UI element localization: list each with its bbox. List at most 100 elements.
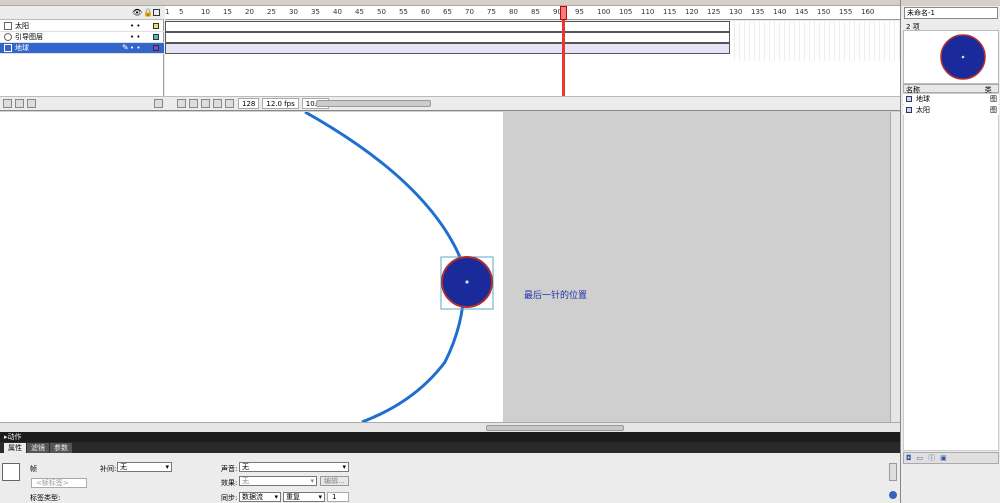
frame-tick-label: 140 <box>773 8 787 16</box>
outline-icon[interactable] <box>153 9 160 16</box>
properties-tabs: 属性 滤镜 参数 <box>0 442 900 453</box>
layer-name: 地球 <box>15 44 29 52</box>
library-preview <box>903 30 999 84</box>
stage-drawing <box>304 112 494 422</box>
tab-properties[interactable]: 属性 <box>4 443 26 453</box>
frame-tick-label: 85 <box>531 8 540 16</box>
tween-label: 补间: <box>100 465 117 473</box>
frame-span-sun[interactable] <box>165 21 730 32</box>
layer-dots: • • <box>130 33 141 41</box>
frame-tick-label: 65 <box>443 8 452 16</box>
layer-list: 👁 🔒 太阳 • • 引导图层 • • 地球 ✎ • • <box>0 6 164 96</box>
layer-color <box>153 23 159 29</box>
frame-tick-label: 120 <box>685 8 699 16</box>
frame-tick-label: 80 <box>509 8 518 16</box>
frame-tick-label: 150 <box>817 8 831 16</box>
layer-row-earth[interactable]: 地球 ✎ • • <box>0 43 164 54</box>
tab-parameters[interactable]: 参数 <box>50 443 72 453</box>
frame-label-input[interactable]: <帧标签> <box>31 478 87 488</box>
timeline-footer: 128 12.0 fps 10.6s <box>0 96 900 110</box>
frame-tick-label: 95 <box>575 8 584 16</box>
item-name: 太阳 <box>916 106 930 114</box>
frame-tick-label: 145 <box>795 8 809 16</box>
frame-tick-label: 40 <box>333 8 342 16</box>
add-folder-icon[interactable] <box>27 99 36 108</box>
repeat-select[interactable]: 重复 <box>283 492 325 502</box>
onion-skin-icon[interactable] <box>189 99 198 108</box>
edit-button[interactable]: 编辑... <box>320 476 349 486</box>
layer-dots: • • <box>130 44 141 52</box>
delete-icon[interactable]: ▣ <box>940 454 947 462</box>
onion-outline-icon[interactable] <box>201 99 210 108</box>
trash-icon[interactable] <box>154 99 163 108</box>
frame-tick-label: 160 <box>861 8 875 16</box>
frame-rate: 12.0 fps <box>262 98 299 109</box>
frame-tick-label: 20 <box>245 8 254 16</box>
effect-select[interactable]: 无 <box>239 476 317 486</box>
document-select[interactable]: 未命名-1 <box>904 7 998 19</box>
graphic-symbol-icon <box>906 96 912 102</box>
add-guide-icon[interactable] <box>15 99 24 108</box>
library-top-strip <box>901 0 1000 6</box>
frame-span-earth[interactable] <box>165 43 730 54</box>
new-folder-icon[interactable]: ▭ <box>917 454 924 462</box>
pencil-icon: ✎ <box>122 43 129 52</box>
frame-tick-label: 35 <box>311 8 320 16</box>
current-frame: 128 <box>238 98 260 109</box>
layer-name: 引导图层 <box>15 33 43 41</box>
eye-icon[interactable]: 👁 <box>132 8 142 17</box>
add-layer-icon[interactable] <box>3 99 12 108</box>
help-icon[interactable] <box>889 491 897 499</box>
tween-select[interactable]: 无 <box>117 462 172 472</box>
frame-tick-label: 15 <box>223 8 232 16</box>
stage-horizontal-scrollbar[interactable] <box>0 422 900 432</box>
lock-icon[interactable]: 🔒 <box>143 8 153 17</box>
library-toolbar: ◘ ▭ ⓘ ▣ <box>903 452 999 464</box>
layer-row-sun[interactable]: 太阳 • • <box>0 21 164 32</box>
sound-label: 声音: <box>221 465 238 473</box>
layer-row-guide[interactable]: 引导图层 • • <box>0 32 164 43</box>
frame-span-guide[interactable] <box>165 32 730 43</box>
properties-icon[interactable]: ⓘ <box>928 453 935 463</box>
effect-label: 效果: <box>221 479 238 487</box>
stage-annotation: 最后一针的位置 <box>524 291 588 301</box>
new-symbol-icon[interactable]: ◘ <box>906 454 912 462</box>
stage-vertical-scrollbar[interactable] <box>890 112 900 422</box>
timeline-scrollbar[interactable] <box>316 100 431 107</box>
graphic-symbol-icon <box>906 107 912 113</box>
frame-tick-label: 30 <box>289 8 298 16</box>
scroll-thumb[interactable] <box>486 425 624 431</box>
layer-icon <box>4 44 12 52</box>
edit-multiple-icon[interactable] <box>213 99 222 108</box>
library-list <box>903 93 999 451</box>
frame-tick-label: 5 <box>179 8 184 16</box>
sync-select[interactable]: 数据流 <box>239 492 281 502</box>
layer-header: 👁 🔒 <box>0 6 164 20</box>
panel-scroll[interactable] <box>889 463 897 481</box>
sync-label: 同步: <box>221 494 238 502</box>
frame-tick-label: 75 <box>487 8 496 16</box>
frame-ruler[interactable]: 1 5 10 15 20 25 30 35 40 45 50 55 60 65 70 75 80 85 90 95 10… <box>165 6 900 20</box>
stage-area: 最后一针的位置 <box>0 112 890 422</box>
playhead-handle[interactable] <box>560 6 567 20</box>
layer-color <box>153 45 159 51</box>
frame-tick-label: 110 <box>641 8 655 16</box>
modify-markers-icon[interactable] <box>225 99 234 108</box>
actions-panel-header[interactable]: ▸ 动作 <box>0 432 900 442</box>
preview-symbol <box>940 34 986 80</box>
repeat-count[interactable]: 1 <box>327 492 349 502</box>
frame-tick-label: 45 <box>355 8 364 16</box>
frame-tick-label: 70 <box>465 8 474 16</box>
tab-filters[interactable]: 滤镜 <box>27 443 49 453</box>
library-item[interactable]: 地球 图 <box>903 94 999 104</box>
sound-select[interactable]: 无 <box>239 462 349 472</box>
name-column[interactable]: 名称 <box>904 85 985 94</box>
type-column[interactable]: 类型 <box>985 85 998 104</box>
properties-panel: 帧 <帧标签> 补间: 无 声音: 无 效果: 无 编辑... 标签类型: 同步… <box>0 453 900 503</box>
frame-tick-label: 50 <box>377 8 386 16</box>
registration-point <box>465 280 469 284</box>
layer-dots: • • <box>130 22 141 30</box>
frame-tick-label: 130 <box>729 8 743 16</box>
library-item[interactable]: 太阳 图 <box>903 105 999 115</box>
center-frame-icon[interactable] <box>177 99 186 108</box>
